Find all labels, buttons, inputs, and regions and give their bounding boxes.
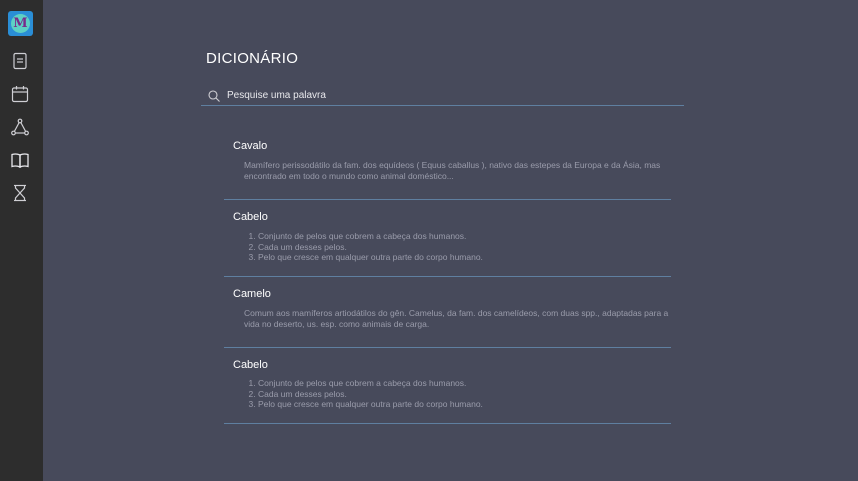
entry-word: Cavalo: [233, 140, 268, 152]
definition-item: Pelo que cresce em qualquer outra parte …: [258, 252, 674, 263]
definition-item: Conjunto de pelos que cobrem a cabeça do…: [258, 378, 674, 389]
page-title: DICIONÁRIO: [206, 50, 299, 67]
definition-item: Cada um desses pelos.: [258, 389, 674, 400]
search-bar: [201, 86, 684, 106]
entry-definition-list: Conjunto de pelos que cobrem a cabeça do…: [244, 378, 674, 410]
list-item[interactable]: Cabelo Conjunto de pelos que cobrem a ca…: [224, 348, 671, 424]
entry-definition: Comum aos mamíferos artiodátilos do gên.…: [244, 308, 669, 329]
entry-word: Cabelo: [233, 211, 268, 223]
sidebar: M: [0, 0, 43, 481]
list-item[interactable]: Cavalo Mamífero perissodátilo da fam. do…: [224, 128, 671, 200]
entry-definition-list: Conjunto de pelos que cobrem a cabeça do…: [244, 231, 674, 263]
entry-word: Camelo: [233, 288, 271, 300]
graph-icon[interactable]: [10, 117, 30, 137]
logo-mark: M: [11, 14, 30, 33]
search-input[interactable]: [227, 90, 667, 101]
entry-word: Cabelo: [233, 359, 268, 371]
hourglass-icon[interactable]: [10, 183, 30, 203]
calendar-icon[interactable]: [10, 84, 30, 104]
entry-definition: Mamífero perissodátilo da fam. dos equíd…: [244, 160, 661, 181]
definition-item: Conjunto de pelos que cobrem a cabeça do…: [258, 231, 674, 242]
list-item[interactable]: Camelo Comum aos mamíferos artiodátilos …: [224, 277, 671, 348]
search-icon: [208, 89, 220, 102]
definition-item: Cada um desses pelos.: [258, 242, 674, 253]
list-item[interactable]: Cabelo Conjunto de pelos que cobrem a ca…: [224, 200, 671, 277]
definition-item: Pelo que cresce em qualquer outra parte …: [258, 399, 674, 410]
book-icon[interactable]: [10, 150, 30, 170]
app-logo[interactable]: M: [8, 11, 33, 36]
notes-icon[interactable]: [10, 51, 30, 71]
